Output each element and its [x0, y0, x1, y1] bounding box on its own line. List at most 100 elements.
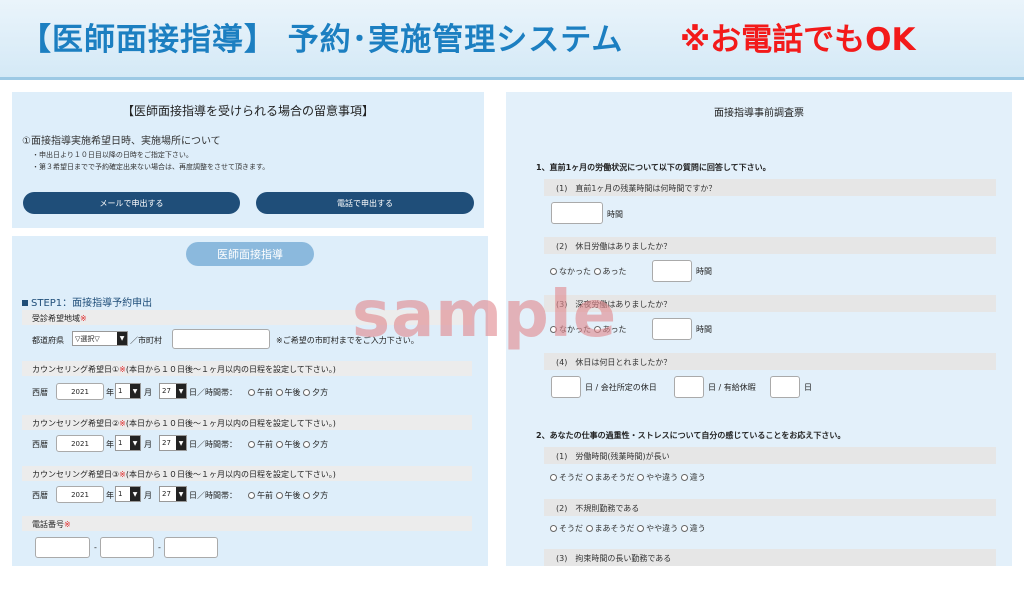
year-input[interactable]: 2021	[56, 383, 104, 400]
dash-separator: -	[158, 543, 161, 552]
area-label: 受診希望地域※	[32, 314, 87, 323]
pref-label: 都道府県	[32, 336, 64, 345]
time-radio-group[interactable]: 午前 午後 夕方	[248, 387, 328, 398]
year-input[interactable]: 2021	[56, 435, 104, 452]
radio-icon[interactable]	[303, 441, 311, 448]
title-bar: 【医師面接指導】 予約･実施管理システム ※お電話でもOK	[0, 0, 1024, 80]
year-input[interactable]: 2021	[56, 486, 104, 503]
radio-icon[interactable]	[275, 492, 283, 499]
question-2: (2) 休日労働はありましたか？	[556, 242, 672, 251]
radio-icon[interactable]	[680, 474, 688, 481]
holiday-work-radio-group[interactable]: なかった あった	[550, 266, 627, 277]
long-hours-radio-group[interactable]: そうだ まあそうだ やや違う 違う	[550, 472, 706, 483]
form-header-pill: 医師面接指導	[186, 242, 314, 266]
radio-icon[interactable]	[680, 525, 688, 532]
company-holiday-label: 日 / 有給休暇	[708, 383, 756, 392]
irregular-work-radio-group[interactable]: そうだ まあそうだ やや違う 違う	[550, 523, 706, 534]
radio-icon[interactable]	[303, 389, 311, 396]
month-select[interactable]: 1 ▼	[115, 435, 141, 451]
radio-icon[interactable]	[585, 525, 593, 532]
phone-label: 電話番号※	[32, 520, 71, 529]
radio-icon[interactable]	[248, 441, 255, 448]
time-label-row: 日／時間帯：	[189, 440, 237, 449]
counseling-2-band: カウンセリング希望日②※(本日から１０日後〜１ヶ月以内の日程を設定して下さい。)	[22, 415, 472, 430]
radio-icon[interactable]	[550, 268, 557, 275]
radio-icon[interactable]	[637, 525, 645, 532]
mail-apply-button[interactable]: メールで申出する	[23, 192, 240, 214]
day-select[interactable]: 27 ▼	[159, 486, 187, 502]
year-unit: 年	[106, 491, 114, 500]
step-heading: STEP1：面接指導予約申出	[22, 294, 152, 309]
slide: 【医師面接指導】 予約･実施管理システム ※お電話でもOK 【医師面接指導を受け…	[0, 0, 1024, 589]
time-label-row: 日／時間帯：	[189, 491, 237, 500]
question-1: (1) 直前1ヶ月の残業時間は何時間ですか？	[556, 184, 717, 193]
radio-icon[interactable]	[248, 389, 255, 396]
radio-icon[interactable]	[275, 441, 283, 448]
counseling-1-label: カウンセリング希望日①※(本日から１０日後〜１ヶ月以内の日程を設定して下さい。)	[32, 365, 336, 374]
phone-input-3[interactable]	[164, 537, 218, 558]
city-input[interactable]	[172, 329, 270, 349]
notice-panel: 【医師面接指導を受けられる場合の留意事項】 ①面接指導実施希望日時、実施場所につ…	[12, 92, 484, 228]
radio-icon[interactable]	[550, 474, 557, 481]
notice-title: 【医師面接指導を受けられる場合の留意事項】	[121, 104, 374, 118]
time-radio-group[interactable]: 午前 午後 夕方	[248, 439, 328, 450]
phone-apply-button[interactable]: 電話で申出する	[256, 192, 474, 214]
dropdown-arrow-icon: ▼	[117, 332, 127, 345]
month-unit: 月	[144, 440, 152, 449]
overtime-hours-input[interactable]	[551, 202, 603, 224]
radio-icon[interactable]	[303, 492, 311, 499]
radio-icon[interactable]	[637, 474, 645, 481]
required-mark: ※	[80, 314, 87, 323]
radio-icon[interactable]	[275, 389, 283, 396]
company-holiday-input[interactable]	[674, 376, 704, 398]
sample-watermark: sample	[352, 278, 618, 352]
counseling-2-label: カウンセリング希望日②※(本日から１０日後〜１ヶ月以内の日程を設定して下さい。)	[32, 419, 336, 428]
days-off-label: 日 / 会社所定の休日	[585, 383, 657, 392]
era-label: 西暦	[32, 440, 48, 449]
city-label: ／市町村	[130, 336, 162, 345]
holiday-hours-input[interactable]	[652, 260, 692, 282]
notice-bullet: ・申出日より１０日目以降の日時をご指定下さい。	[32, 151, 193, 159]
dropdown-arrow-icon: ▼	[176, 384, 186, 398]
radio-icon[interactable]	[248, 492, 255, 499]
days-off-input[interactable]	[551, 376, 581, 398]
year-unit: 年	[106, 388, 114, 397]
question-7: (3) 拘束時間の長い勤務である	[556, 554, 672, 563]
notice-subtitle: ①面接指導実施希望日時、実施場所について	[22, 136, 221, 147]
dash-separator: -	[94, 543, 97, 552]
prefecture-select[interactable]: ▽選択▽ ▼	[72, 331, 128, 346]
day-select[interactable]: 27 ▼	[159, 383, 187, 399]
night-hours-input[interactable]	[652, 318, 692, 340]
hours-unit: 時間	[607, 210, 623, 219]
paid-leave-unit: 日	[804, 383, 812, 392]
question-4: (4) 休日は何日とれましたか？	[556, 358, 672, 367]
prefecture-select-value: ▽選択▽	[75, 334, 100, 343]
step-label: STEP1：面接指導予約申出	[31, 298, 153, 309]
radio-icon[interactable]	[593, 268, 601, 275]
month-select[interactable]: 1 ▼	[115, 383, 141, 399]
radio-icon[interactable]	[550, 525, 557, 532]
counseling-1-band: カウンセリング希望日①※(本日から１０日後〜１ヶ月以内の日程を設定して下さい。)	[22, 361, 472, 376]
time-radio-group[interactable]: 午前 午後 夕方	[248, 490, 328, 501]
question-6: (2) 不規則勤務である	[556, 504, 640, 513]
phone-band: 電話番号※	[22, 516, 472, 531]
paid-leave-input[interactable]	[770, 376, 800, 398]
dropdown-arrow-icon: ▼	[130, 487, 140, 501]
dropdown-arrow-icon: ▼	[130, 384, 140, 398]
dropdown-arrow-icon: ▼	[130, 436, 140, 450]
day-select[interactable]: 27 ▼	[159, 435, 187, 451]
month-select[interactable]: 1 ▼	[115, 486, 141, 502]
year-unit: 年	[106, 440, 114, 449]
phone-input-1[interactable]	[35, 537, 90, 558]
month-unit: 月	[144, 388, 152, 397]
hours-unit: 時間	[696, 325, 712, 334]
page-title: 【医師面接指導】 予約･実施管理システム	[20, 22, 624, 58]
phone-input-2[interactable]	[100, 537, 154, 558]
month-unit: 月	[144, 491, 152, 500]
section-1-heading: 1、直前1ヶ月の労働状況について以下の質問に回答して下さい。	[536, 163, 771, 172]
hours-unit: 時間	[696, 267, 712, 276]
counseling-3-label: カウンセリング希望日③※(本日から１０日後〜１ヶ月以内の日程を設定して下さい。)	[32, 470, 336, 479]
survey-title: 面接指導事前調査票	[714, 108, 804, 119]
counseling-3-band: カウンセリング希望日③※(本日から１０日後〜１ヶ月以内の日程を設定して下さい。)	[22, 466, 472, 481]
radio-icon[interactable]	[585, 474, 593, 481]
